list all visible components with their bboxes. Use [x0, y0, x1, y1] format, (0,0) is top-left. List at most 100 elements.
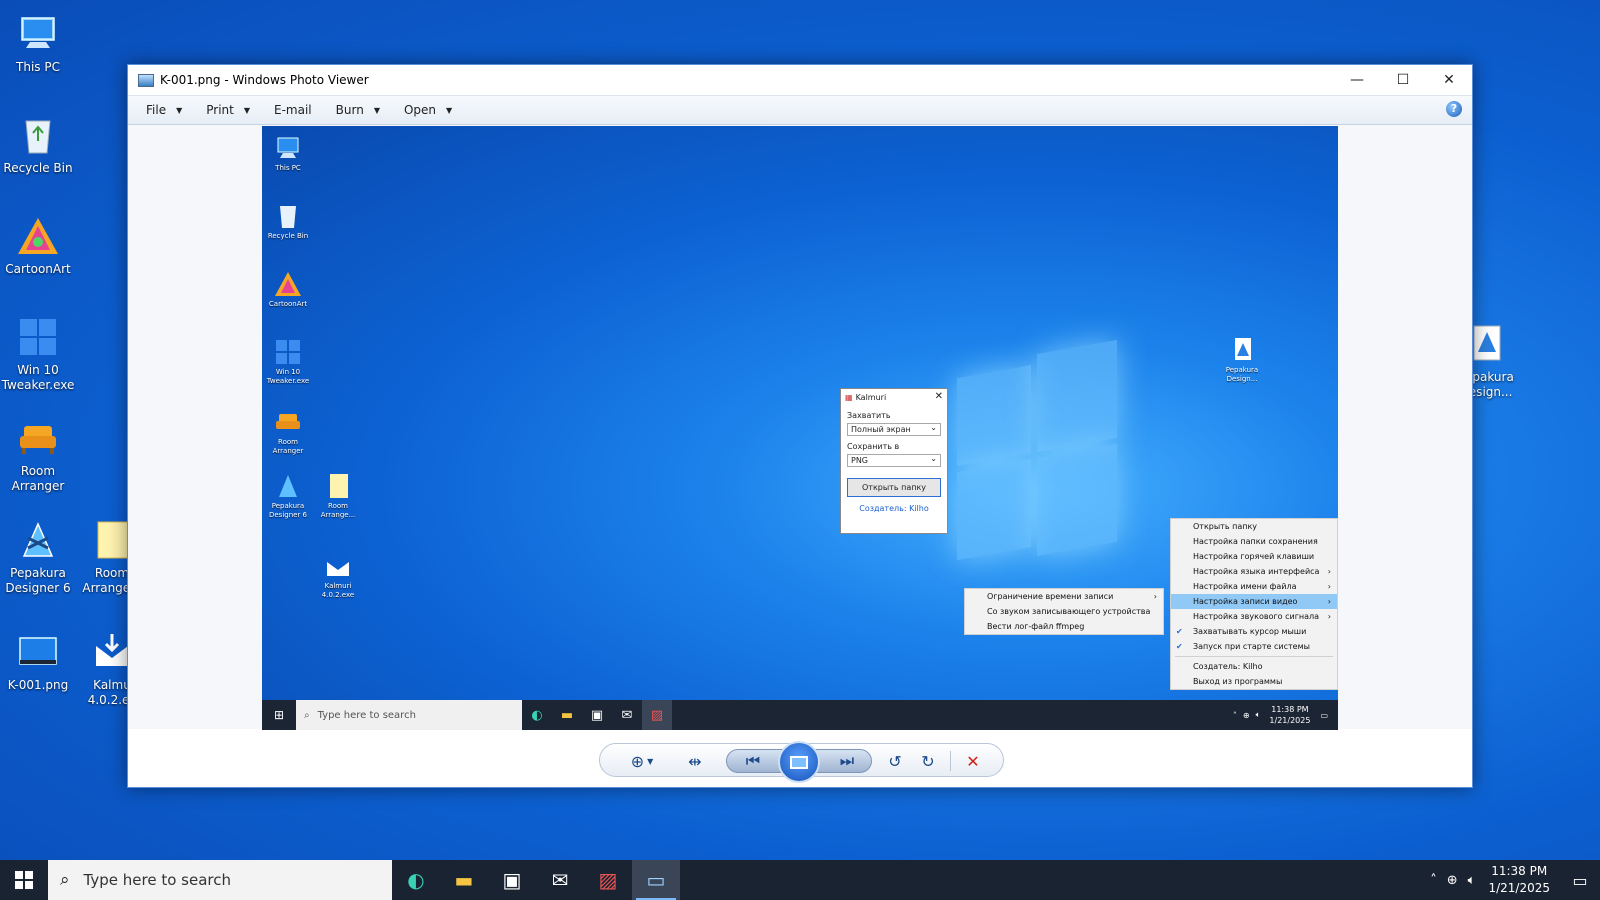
rotate-right-button[interactable]: ↻ — [913, 746, 943, 776]
slideshow-button[interactable] — [778, 741, 820, 783]
search-icon: ⌕ — [304, 709, 310, 721]
kalmuri-icon — [324, 552, 352, 580]
clock-date: 1/21/2025 — [1488, 881, 1550, 895]
checkmark-icon: ✔ — [1176, 642, 1183, 651]
menu-label: Print — [206, 103, 234, 117]
menu-label: Open — [403, 103, 437, 117]
desktop-icon-this-pc[interactable]: This PC — [0, 12, 76, 75]
network-icon: ⊕ — [1242, 710, 1250, 720]
kalmuri-title-text: Kalmuri — [855, 392, 887, 402]
sofa-icon — [16, 416, 60, 460]
desktop-icon-cartoonart[interactable]: CartoonArt — [0, 214, 76, 277]
shot-time: 11:38 PM — [1271, 705, 1309, 714]
taskbar-photo-viewer[interactable]: ▭ — [632, 860, 680, 900]
edge-icon: ◐ — [531, 707, 543, 723]
dropdown-arrow-icon: ▼ — [647, 756, 654, 766]
start-button[interactable] — [0, 860, 48, 900]
menu-email[interactable]: E-mail — [262, 103, 324, 117]
context-item: Создатель: Kilho — [1193, 662, 1263, 671]
pepakura-icon — [274, 472, 302, 500]
recycle-bin-icon — [16, 113, 60, 157]
desktop-icon-label: This PC — [16, 60, 60, 74]
desktop-icon-label: Room Arranger — [11, 464, 65, 493]
taskbar-store[interactable]: ▣ — [488, 860, 536, 900]
zoom-icon: ⊕ — [630, 751, 645, 771]
taskbar-mail[interactable]: ✉ — [536, 860, 584, 900]
capture-label: Захватить — [847, 411, 891, 420]
windows-wallpaper-logo — [957, 339, 1117, 568]
chevron-up-icon: ˄ — [1232, 710, 1237, 720]
menu-burn[interactable]: Burn ▼ — [324, 103, 392, 117]
menu-file[interactable]: File ▼ — [134, 103, 194, 117]
taskbar-search[interactable]: ⌕ Type here to search — [48, 860, 392, 900]
shot-clock: 11:38 PM 1/21/2025 — [1269, 704, 1310, 726]
volume-icon[interactable]: 🔈︎ — [1468, 873, 1476, 888]
help-icon[interactable]: ? — [1446, 101, 1462, 117]
rotate-left-icon: ↺ — [888, 751, 902, 771]
computer-icon — [16, 12, 60, 56]
menu-bar: File ▼ Print ▼ E-mail Burn ▼ Open ▼ — [128, 95, 1472, 125]
clock[interactable]: 11:38 PM 1/21/2025 — [1488, 863, 1550, 897]
shot-icon-label: Room Arrange... — [320, 502, 356, 519]
title-bar[interactable]: K-001.png - Windows Photo Viewer — ☐ ✕ — [128, 65, 1472, 95]
desktop-icon-win10-tweaker[interactable]: Win 10 Tweaker.exe — [0, 315, 76, 393]
desktop: This PC Recycle Bin CartoonArt Win 10 Tw… — [0, 0, 1600, 860]
shot-icon-room-arranger: Room Arranger — [262, 408, 314, 456]
minimize-button[interactable]: — — [1334, 65, 1380, 95]
shot-icon-cartoonart: CartoonArt — [262, 270, 314, 309]
context-item: Настройка языка интерфейса — [1171, 564, 1337, 579]
context-item: Настройка папки сохранения — [1193, 537, 1318, 546]
desktop-icon-room-arranger[interactable]: Room Arranger — [0, 416, 76, 494]
menu-label: Burn — [335, 103, 364, 117]
next-icon: ⏭ — [839, 751, 855, 770]
shot-icon-label: Win 10 Tweaker.exe — [266, 368, 310, 385]
system-tray: ˄ ⊕ 🔈︎ 11:38 PM 1/21/2025 ▭ — [1425, 863, 1600, 897]
desktop-icon-k001[interactable]: K-001.png — [0, 630, 76, 693]
photo-viewer-icon: ▭ — [646, 868, 666, 892]
zoom-button[interactable]: ⊕ ▼ — [618, 746, 666, 776]
folder-icon — [324, 472, 352, 500]
displayed-screenshot: This PC Recycle Bin CartoonArt Win 10 Tw… — [262, 126, 1338, 730]
desktop-icon-label: Pepakura Designer 6 — [5, 566, 71, 595]
edge-icon: ◐ — [407, 868, 425, 892]
menu-label: File — [146, 103, 167, 117]
desktop-icon-recycle-bin[interactable]: Recycle Bin — [0, 113, 76, 176]
shot-taskbar: ⊞ ⌕ Type here to search ◐ ▬ ▣ ✉ ▨ ˄ ⊕ 🔈︎ … — [262, 700, 1338, 730]
desktop-icon-pepakura[interactable]: Pepakura Designer 6 — [0, 518, 76, 596]
kalmuri-app-icon: ▦ — [845, 392, 853, 402]
delete-button[interactable]: ✕ — [958, 746, 988, 776]
windows-start-icon — [15, 871, 33, 889]
context-item-highlighted: Настройка записи видео — [1171, 594, 1337, 609]
rotate-left-button[interactable]: ↺ — [880, 746, 910, 776]
context-item-checked: ✔ Захватывать курсор мыши — [1171, 624, 1337, 639]
shot-icon-label: Room Arranger — [272, 438, 304, 455]
taskbar-edge[interactable]: ◐ — [392, 860, 440, 900]
menu-label: E-mail — [274, 103, 312, 117]
photo-viewer-window: K-001.png - Windows Photo Viewer — ☐ ✕ F… — [127, 64, 1473, 788]
actual-size-button[interactable]: ⇹ — [678, 746, 712, 776]
network-icon[interactable]: ⊕ — [1447, 873, 1458, 888]
recording-submenu: Ограничение времени записи Со звуком зап… — [964, 588, 1164, 635]
sofa-icon — [274, 408, 302, 436]
chevron-up-icon[interactable]: ˄ — [1430, 873, 1437, 888]
open-folder-button: Открыть папку — [847, 478, 941, 497]
capture-select: Полный экран — [847, 422, 941, 436]
notification-icon[interactable]: ▭ — [1560, 871, 1600, 890]
kalmuri-icon: ▨ — [598, 868, 618, 892]
previous-button[interactable]: ⏮ — [736, 746, 770, 776]
shot-date: 1/21/2025 — [1269, 716, 1311, 725]
menu-print[interactable]: Print ▼ — [194, 103, 262, 117]
format-select: PNG — [847, 453, 941, 467]
shot-icon-recycle-bin: Recycle Bin — [262, 202, 314, 241]
pepakura-icon — [16, 518, 60, 562]
submenu-item: Вести лог-файл ffmpeg — [987, 622, 1085, 631]
maximize-button[interactable]: ☐ — [1380, 65, 1426, 95]
close-button[interactable]: ✕ — [1426, 65, 1472, 95]
taskbar-file-explorer[interactable]: ▬ — [440, 860, 488, 900]
next-button[interactable]: ⏭ — [830, 746, 864, 776]
menu-open[interactable]: Open ▼ — [392, 103, 464, 117]
shot-search-text: Type here to search — [317, 709, 416, 721]
windows-logo-icon — [274, 338, 302, 366]
save-label: Сохранить в — [847, 442, 900, 451]
taskbar-kalmuri[interactable]: ▨ — [584, 860, 632, 900]
